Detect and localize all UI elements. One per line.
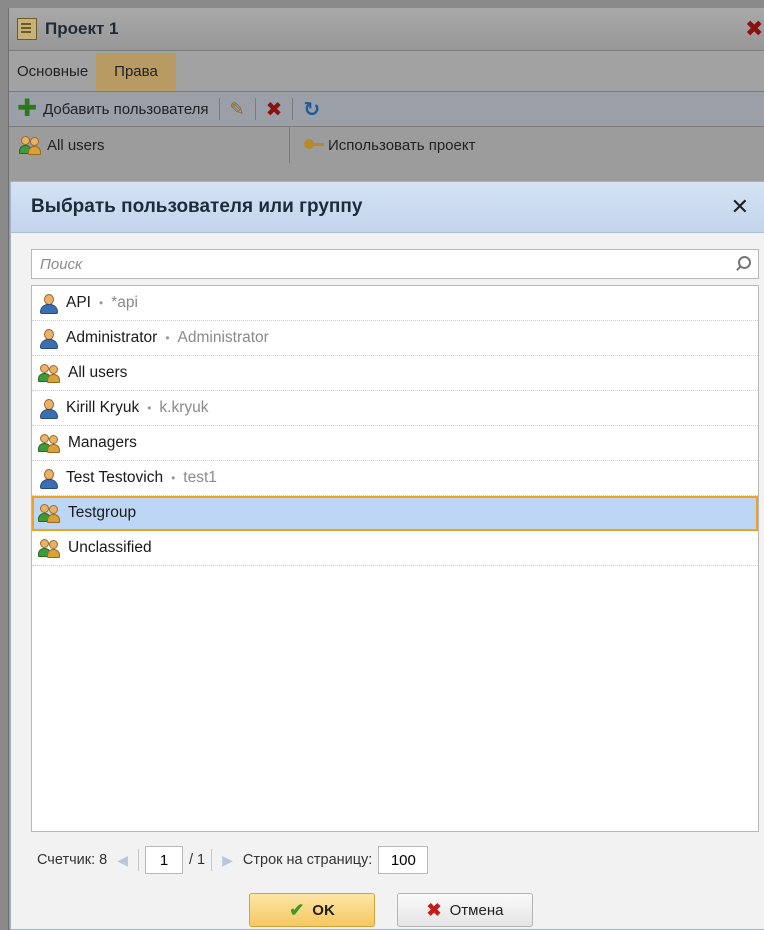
separator-dot: • (165, 331, 170, 345)
toolbar-divider (218, 98, 220, 120)
list-item[interactable]: API • *api (32, 286, 758, 321)
document-icon (17, 18, 37, 40)
user-icon (38, 293, 58, 314)
search-input[interactable] (32, 250, 734, 278)
user-icon (38, 468, 58, 489)
project-window-titlebar: Проект 1 ✖ (9, 8, 764, 51)
pager-divider (138, 849, 139, 871)
cancel-button[interactable]: ✖ Отмена (397, 893, 533, 927)
add-icon[interactable]: ✚ (17, 97, 37, 121)
search-icon[interactable] (734, 255, 752, 273)
prev-page-icon[interactable]: ◀ (113, 852, 132, 869)
dialog-buttons: ✔ OK ✖ Отмена (11, 893, 764, 927)
rows-per-page-input[interactable] (378, 846, 429, 874)
dialog-header: Выбрать пользователя или группу ✕ (11, 182, 764, 233)
group-icon (38, 503, 60, 523)
permission-subject: All users (47, 136, 105, 154)
pager: Счетчик: 8 ◀ / 1 ▶ Строк на страницу: (37, 844, 429, 876)
project-window-title: Проект 1 (45, 19, 119, 38)
item-name: All users (68, 364, 128, 381)
ok-label: OK (312, 901, 335, 919)
list-item[interactable]: Managers (32, 426, 758, 461)
rights-toolbar: ✚ Добавить пользователя ✎ ✖ ↻ (9, 92, 764, 127)
item-name: API (66, 294, 91, 311)
list-item[interactable]: Unclassified (32, 531, 758, 566)
user-icon (38, 328, 58, 349)
total-pages: / 1 (189, 852, 206, 868)
next-page-icon[interactable]: ▶ (218, 852, 237, 869)
item-login: Administrator (177, 329, 269, 346)
ok-button[interactable]: ✔ OK (249, 893, 375, 927)
item-name: Testgroup (68, 504, 137, 521)
permission-value-cell: Использовать проект (290, 137, 475, 154)
add-user-button[interactable]: Добавить пользователя (43, 101, 208, 118)
toolbar-divider (254, 98, 256, 120)
list-item[interactable]: Kirill Kryuk • k.kryuk (32, 391, 758, 426)
cancel-label: Отмена (449, 901, 504, 919)
permission-value: Использовать проект (328, 136, 476, 154)
item-login: test1 (183, 469, 217, 486)
close-icon: ✖ (426, 899, 442, 920)
list-item[interactable]: All users (32, 356, 758, 391)
separator-dot: • (147, 401, 152, 415)
search-box (31, 249, 759, 279)
item-login: *api (111, 294, 138, 311)
close-icon[interactable]: ✕ (731, 194, 749, 220)
pager-divider (211, 849, 213, 871)
list-item[interactable]: Administrator • Administrator (32, 321, 758, 356)
item-name: Unclassified (68, 539, 152, 556)
toolbar-divider (292, 98, 294, 120)
rows-per-page-label: Строк на страницу: (242, 852, 373, 868)
user-group-list: API • *api Administrator • Administrator… (31, 285, 759, 832)
list-item-selected[interactable]: Testgroup (32, 496, 758, 531)
item-name: Test Testovich (66, 469, 164, 486)
select-user-dialog: Выбрать пользователя или группу ✕ API • … (10, 181, 764, 930)
check-icon: ✔ (289, 899, 305, 920)
item-login: k.kryuk (159, 399, 209, 416)
permission-row[interactable]: All users Использовать проект (9, 127, 764, 163)
list-item[interactable]: Test Testovich • test1 (32, 461, 758, 496)
group-icon (38, 363, 60, 383)
delete-icon[interactable]: ✖ (266, 97, 283, 122)
separator-dot: • (171, 471, 176, 485)
item-name: Administrator (66, 329, 158, 346)
tab-main[interactable]: Основные (9, 53, 96, 91)
refresh-icon[interactable]: ↻ (303, 97, 320, 122)
group-icon (38, 433, 60, 453)
key-icon (304, 139, 324, 151)
item-name: Managers (68, 434, 137, 451)
edit-pencil-icon[interactable]: ✎ (230, 99, 245, 120)
permission-subject-cell: All users (9, 127, 290, 163)
separator-dot: • (98, 296, 104, 310)
group-icon (38, 538, 60, 558)
tab-rights[interactable]: Права (96, 53, 176, 91)
page-number-input[interactable] (145, 846, 183, 874)
item-name: Kirill Kryuk (66, 399, 140, 416)
close-icon[interactable]: ✖ (745, 16, 764, 42)
dialog-title: Выбрать пользователя или группу (31, 196, 363, 217)
user-icon (38, 398, 58, 419)
project-tabs: Основные Права (9, 51, 764, 92)
record-count: Счетчик: 8 (37, 852, 108, 868)
group-icon (19, 135, 41, 155)
